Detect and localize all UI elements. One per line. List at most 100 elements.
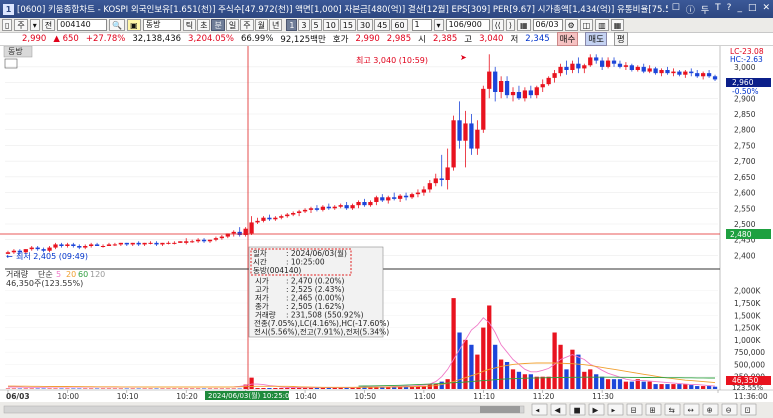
window-control-0[interactable]: ☐ xyxy=(672,3,680,16)
volume-bar-up xyxy=(89,388,94,390)
candle-up xyxy=(184,241,189,243)
volume-bar-down xyxy=(629,381,634,389)
minute-button[interactable]: 15 xyxy=(339,19,356,31)
window-control-3[interactable]: T xyxy=(715,3,721,16)
candle-up xyxy=(261,217,266,221)
volume-bar-up xyxy=(160,388,165,390)
first-page-button[interactable]: ⟨⟨ xyxy=(491,19,504,31)
candle-down xyxy=(677,71,682,75)
volume-bar-up xyxy=(11,388,17,390)
volume-bar-up xyxy=(213,388,219,390)
candle-up xyxy=(558,66,563,74)
candle-up xyxy=(671,71,676,74)
period-button[interactable]: 년 xyxy=(268,19,283,31)
minute-button[interactable]: 30 xyxy=(356,19,374,31)
minute-button[interactable]: 1 xyxy=(286,19,298,31)
candle-up xyxy=(53,244,58,248)
period-button[interactable]: 주 xyxy=(240,19,254,31)
volume-bar-down xyxy=(617,379,623,389)
minute-button[interactable]: 3 xyxy=(298,19,310,31)
window-control-7[interactable]: ✕ xyxy=(762,3,770,16)
volume-bar-up xyxy=(558,344,563,389)
candle-up xyxy=(302,209,308,212)
all-button[interactable]: 전 xyxy=(41,19,56,31)
grid-icon[interactable]: ▦ xyxy=(610,19,625,31)
period-button[interactable]: 분 xyxy=(211,19,225,31)
calendar-icon[interactable]: ▦ xyxy=(516,19,531,31)
candle-down xyxy=(94,244,100,246)
period-button[interactable]: 월 xyxy=(254,19,268,31)
window-control-5[interactable]: _ xyxy=(737,3,742,16)
candle-down xyxy=(362,202,367,206)
candle-down xyxy=(712,76,718,80)
minute-button[interactable]: 5 xyxy=(310,19,322,31)
volume-bar-up xyxy=(623,381,629,389)
volume-bar-down xyxy=(154,388,159,390)
stock-chart[interactable]: 3,0002,9502,9002,8502,8002,7502,7002,650… xyxy=(0,46,773,418)
minute-button[interactable]: 45 xyxy=(374,19,391,31)
candle-down xyxy=(124,242,129,245)
interval-dropdown-icon[interactable]: ▾ xyxy=(433,19,444,31)
candle-up xyxy=(47,247,52,251)
volume-bar-up xyxy=(683,384,688,389)
candle-up xyxy=(498,81,504,92)
volume-bar-up xyxy=(23,388,28,390)
candle-down xyxy=(599,60,605,67)
period-button[interactable]: 틱 xyxy=(182,19,197,31)
next-page-button[interactable]: ⟩ xyxy=(505,19,515,31)
candle-up xyxy=(635,66,640,70)
volume-bar-down xyxy=(77,388,82,390)
minute-button[interactable]: 10 xyxy=(322,19,339,31)
nav-icon: ⊟ xyxy=(631,406,637,415)
volume-bar-down xyxy=(695,386,700,389)
market-type-dropdown[interactable]: ▾ xyxy=(29,19,40,31)
ping-button[interactable]: 평 xyxy=(613,32,628,46)
volume-bar-down xyxy=(439,381,444,389)
nav-icon: ⊞ xyxy=(650,406,656,415)
volume-bar-up xyxy=(285,388,290,389)
nav-button[interactable] xyxy=(531,403,548,416)
candle-down xyxy=(611,60,617,64)
time-tick-label: 10:10 xyxy=(117,392,139,401)
volume-bar-up xyxy=(65,388,70,390)
volume-bar-up xyxy=(112,388,118,390)
minute-button[interactable]: 60 xyxy=(391,19,408,31)
interval-input[interactable]: 1 xyxy=(411,19,432,31)
volume-bar-down xyxy=(665,384,670,389)
volume-bar-down xyxy=(576,354,581,389)
volume-bar-down xyxy=(136,388,141,390)
date-input[interactable]: 06/03 xyxy=(532,19,563,31)
nav-icon: ⇆ xyxy=(669,406,675,415)
window-control-2[interactable]: 두 xyxy=(701,3,709,16)
window-control-4[interactable]: ? xyxy=(727,3,732,16)
settings-gear-icon[interactable]: ⚙ xyxy=(564,19,578,31)
volume-bar-up xyxy=(582,371,587,389)
search-icon[interactable]: 🔍 xyxy=(109,19,126,31)
screen-icon-button[interactable]: ▯ xyxy=(2,19,13,31)
window-control-1[interactable]: ⓘ xyxy=(686,3,695,16)
stock-code-input[interactable]: 004140 xyxy=(57,19,108,31)
candle-up xyxy=(588,57,593,66)
scrollbar-thumb xyxy=(480,406,520,413)
volume-bar-up xyxy=(190,388,195,390)
nav-button[interactable] xyxy=(607,403,624,416)
layout-icon[interactable]: ◫ xyxy=(579,19,594,31)
candle-down xyxy=(665,70,670,74)
candle-down xyxy=(136,242,141,245)
buy-button[interactable]: 매수 xyxy=(556,32,579,46)
candle-up xyxy=(374,197,379,202)
volume-tick-label: 1,500K xyxy=(734,311,761,320)
price-tick-label: 2,700 xyxy=(734,157,756,166)
market-type-button[interactable]: 주 xyxy=(14,19,28,31)
candle-up xyxy=(415,192,421,195)
sell-button[interactable]: 매도 xyxy=(585,32,607,46)
window-control-6[interactable]: □ xyxy=(748,3,757,16)
price-tick-label: 2,500 xyxy=(734,220,756,229)
period-button[interactable]: 일 xyxy=(225,19,240,31)
period-button[interactable]: 초 xyxy=(197,19,211,31)
candle-down xyxy=(695,73,700,77)
candle-tooltip: 일자: 2024/06/03(월)시간: 10:25:00동방(004140)시… xyxy=(248,246,389,338)
volume-bar-up xyxy=(427,384,432,389)
ma120-legend: 120 xyxy=(90,270,105,279)
indicator-icon[interactable]: ▥ xyxy=(595,19,609,31)
